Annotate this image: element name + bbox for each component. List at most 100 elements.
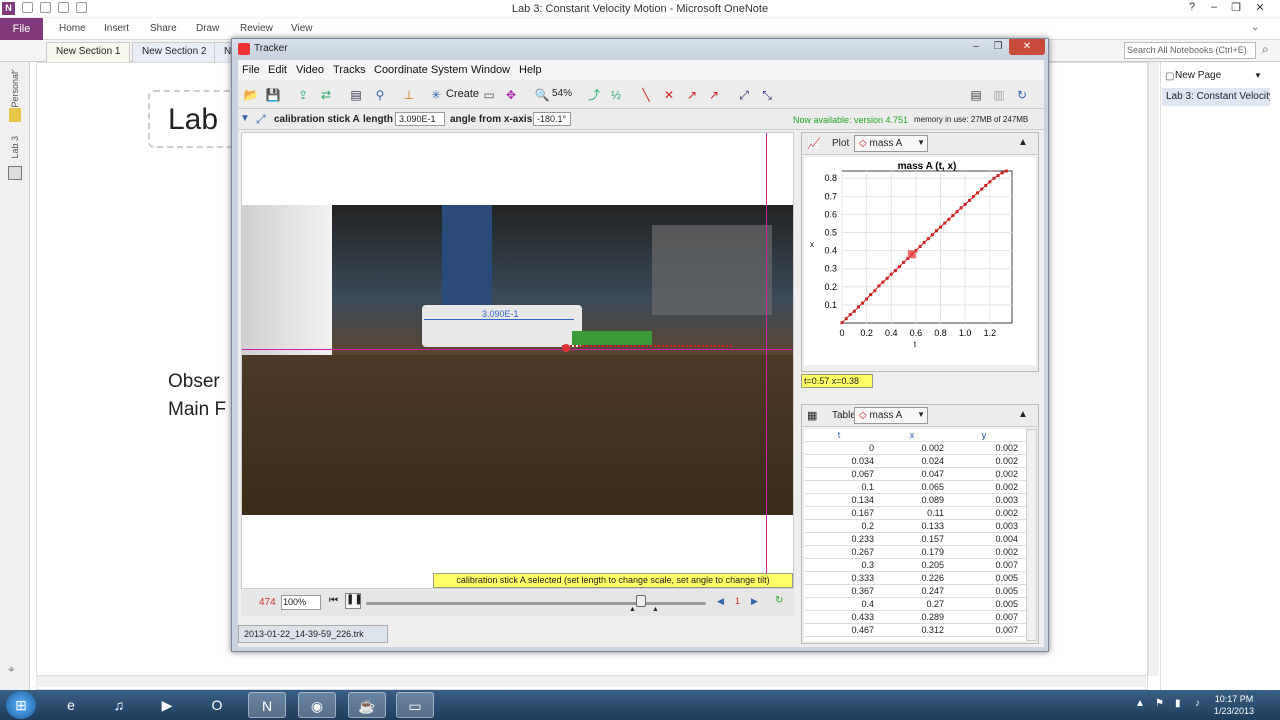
tab-view[interactable]: View [291,23,313,34]
playback-slider[interactable] [366,602,706,605]
frame-counter[interactable]: 474 [259,597,276,608]
autotrack-icon[interactable]: ⤴ [586,88,602,102]
tab-file[interactable]: File [0,18,43,40]
table-row[interactable]: 0.367 0.247 0.005 [804,585,1026,598]
current-mark[interactable] [562,344,570,352]
new-page-dropdown-icon[interactable]: ▼ [1254,71,1262,80]
tab-share[interactable]: Share [150,23,177,34]
track-marks[interactable] [562,345,732,351]
step-forward-icon[interactable]: ▶ [751,596,758,607]
file-tab[interactable]: 2013-01-22_14-39-59_226.trk [238,625,388,643]
volume-icon[interactable]: ♪ [1195,698,1200,709]
media-player-icon[interactable]: ▶ [148,692,186,718]
search-icon[interactable]: ⌕ [1262,42,1269,57]
tab-home[interactable]: Home [59,23,86,34]
point-icon[interactable]: ✕ [661,88,677,102]
y-axis[interactable] [766,133,767,573]
minimize-button[interactable]: – [1204,1,1224,16]
tag-icon[interactable]: ⌖ [8,662,15,677]
table-header-row[interactable]: txy [804,429,1026,442]
page-scrollbar[interactable] [1148,62,1159,676]
notes-icon[interactable]: ▤ [968,88,984,102]
fit-icon[interactable]: ⤡ [759,88,775,102]
menu-edit[interactable]: Edit [268,64,287,76]
java-taskbar-icon[interactable]: ☕ [348,692,386,718]
labels-icon[interactable]: ✥ [503,88,519,102]
trails-icon[interactable]: ▭ [481,88,497,102]
tracker-titlebar[interactable]: Tracker – ❐ ✕ [232,39,1048,60]
numbering-icon[interactable]: ½ [608,88,624,102]
tab-review[interactable]: Review [240,23,273,34]
table-row[interactable]: 0.233 0.157 0.004 [804,533,1026,546]
tracker-minimize-button[interactable]: – [965,39,987,55]
save-icon[interactable]: 💾 [265,88,281,102]
step-vector-icon[interactable]: ⤢ [736,88,752,102]
section-tab-2[interactable]: New Section 2 [132,42,217,62]
table-row[interactable]: 0.1 0.065 0.002 [804,481,1026,494]
table-scrollbar[interactable] [1026,429,1037,641]
help-icon[interactable]: ? [1182,1,1202,16]
data-table[interactable]: t x y 0 0.002 0.002 0.034 0.024 0.002 0.067 0.047 0… [804,429,1026,641]
start-button[interactable]: ⊞ [6,691,36,719]
section-tab-1[interactable]: New Section 1 [46,42,131,62]
rewind-icon[interactable]: ⏮ [329,595,338,606]
vector-icon[interactable]: ↗ [684,88,700,102]
table-row[interactable]: 0.134 0.089 0.003 [804,494,1026,507]
menu-tracks[interactable]: Tracks [333,64,366,76]
loop-icon[interactable]: ↻ [775,595,783,606]
window-taskbar-icon[interactable]: ▭ [396,692,434,718]
step-size[interactable]: 1 [735,596,740,606]
table-collapse-icon[interactable]: ▲ [1018,409,1028,420]
play-pause-button[interactable]: ❚❚ [345,593,363,609]
search-notebooks-input[interactable]: Search All Notebooks (Ctrl+E) [1124,42,1256,59]
slider-knob[interactable] [636,595,646,607]
table-row[interactable]: 0.267 0.179 0.002 [804,546,1026,559]
playback-zoom[interactable]: 100% [281,595,321,610]
export-icon[interactable]: ⇄ [318,88,334,102]
restore-button[interactable]: ❐ [1226,1,1246,16]
table-row[interactable]: 0.2 0.133 0.003 [804,520,1026,533]
axes-icon[interactable]: ⊥ [401,88,417,102]
new-page-button[interactable]: New Page [1175,70,1221,81]
vector-sum-icon[interactable]: ↗ [706,88,722,102]
ie-icon[interactable]: e [52,692,90,718]
table-row[interactable]: 0.333 0.226 0.005 [804,572,1026,585]
track-menu-arrow-icon[interactable]: ▼ [240,113,250,124]
table-row[interactable]: 0.467 0.312 0.007 [804,624,1026,637]
table-row[interactable]: 0.034 0.024 0.002 [804,455,1026,468]
end-marker-icon[interactable]: ▲ [652,606,659,613]
close-button[interactable]: ✕ [1250,1,1270,16]
ribbon-expand-icon[interactable]: ⌄ [1251,22,1259,33]
plot-svg[interactable]: 0 0.2 0.4 0.6 0.8 1.0 1.2 0.1 0.2 0.3 0.4 0.5 0.6 0.7… [804,157,1036,365]
table-row[interactable]: 0.4 0.27 0.005 [804,598,1026,611]
horizontal-scrollbar[interactable] [36,675,1146,687]
table-track-select[interactable]: ◇ mass A ▼ [854,407,928,424]
step-back-icon[interactable]: ◀ [717,596,724,607]
notebook-lab3[interactable]: Lab 3 [10,136,20,159]
tab-insert[interactable]: Insert [104,23,129,34]
plot-track-select[interactable]: ◇ mass A ▼ [854,135,928,152]
import-icon[interactable]: ⇪ [295,88,311,102]
menu-video[interactable]: Video [296,64,324,76]
video-panel[interactable]: 3.090E-1 calibration stick A selected (s… [241,132,794,589]
table-row[interactable]: 0.067 0.047 0.002 [804,468,1026,481]
page-list-item[interactable]: Lab 3: Constant Velocity [1162,88,1270,106]
length-field[interactable]: 3.090E-1 [395,112,445,126]
chrome-taskbar-icon[interactable]: ◉ [298,692,336,718]
tray-flag-icon[interactable]: ⚑ [1155,698,1164,709]
calibration-stick[interactable] [424,319,574,320]
print-icon[interactable]: ▥ [991,88,1007,102]
itunes-icon[interactable]: ♫ [100,692,138,718]
memory-usage[interactable]: memory in use: 27MB of 247MB [914,115,1028,124]
create-icon[interactable]: ✳ [428,88,444,102]
table-row[interactable]: 0 0.002 0.002 [804,442,1026,455]
open-icon[interactable]: 📂 [243,88,259,102]
calibration-name[interactable]: calibration stick A [274,114,360,125]
angle-field[interactable]: -180.1° [533,112,571,126]
refresh-icon[interactable]: ↻ [1014,88,1030,102]
table-row[interactable]: 0.167 0.11 0.002 [804,507,1026,520]
table-row[interactable]: 0.3 0.205 0.007 [804,559,1026,572]
onenote-taskbar-icon[interactable]: N [248,692,286,718]
menu-window[interactable]: Window [471,64,510,76]
start-marker-icon[interactable]: ▲ [629,606,636,613]
